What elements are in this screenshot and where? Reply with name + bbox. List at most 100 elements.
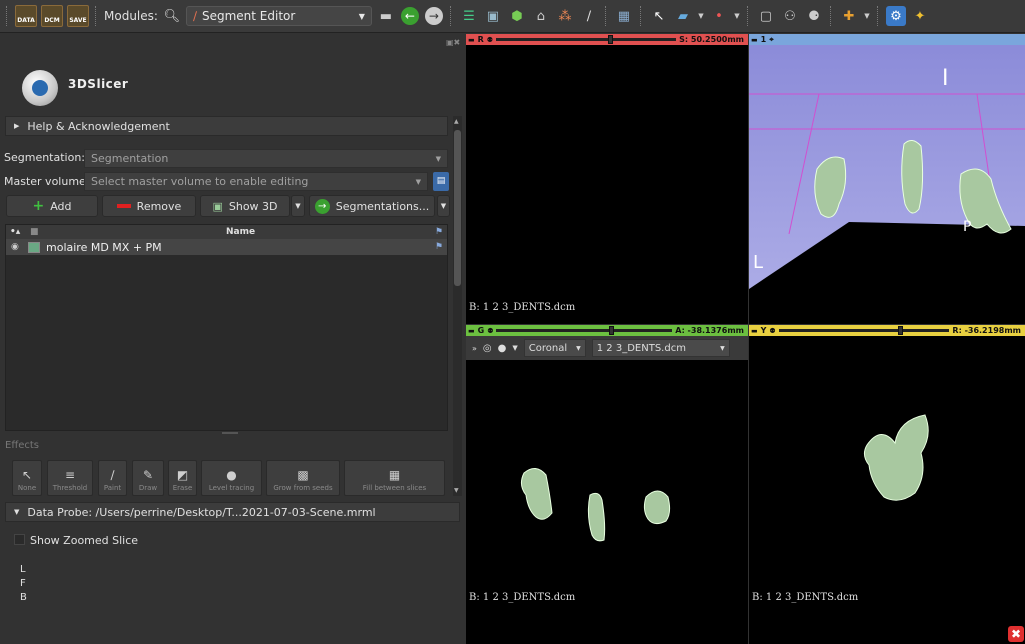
chevron-down-icon[interactable]: ▼ <box>697 6 705 26</box>
center-view-icon[interactable]: ⌖ <box>769 35 774 45</box>
effect-grow-from-seeds-button[interactable]: ▩ Grow from seeds <box>266 460 340 496</box>
save-icon[interactable]: SAVE <box>67 5 89 27</box>
expand-icon[interactable]: » <box>472 344 477 353</box>
panel-undock-icon[interactable]: ▣✖ <box>446 38 460 47</box>
master-volume-options-icon[interactable]: ▤ <box>433 172 449 191</box>
visibility-eye-icon[interactable]: ◎ <box>483 343 492 354</box>
segment-status-icon[interactable]: ⚑ <box>435 242 443 252</box>
chevron-down-icon[interactable]: ▼ <box>733 6 741 26</box>
pin-icon[interactable]: ▬ <box>751 327 758 335</box>
effect-none-button[interactable]: ↖ None <box>12 460 42 496</box>
name-column-header: Name <box>226 227 256 237</box>
link-icon[interactable]: ⚉ <box>487 327 493 335</box>
eye-icon[interactable]: ◉ <box>11 242 19 252</box>
effect-erase-label: Erase <box>172 484 193 492</box>
red-slice-slider-handle[interactable] <box>607 35 613 44</box>
effect-level-tracing-button[interactable]: ● Level tracing <box>201 460 262 496</box>
transforms-module-icon[interactable]: ⌂ <box>531 6 551 26</box>
forward-arrow-icon[interactable]: → <box>424 6 444 26</box>
python-console-icon[interactable]: ✦ <box>910 6 930 26</box>
paint-brush-icon: ∕ <box>110 468 115 482</box>
segmentations-dropdown[interactable]: ▼ <box>437 195 450 217</box>
crosshair-icon[interactable]: ✚ <box>839 6 859 26</box>
show-3d-dropdown[interactable]: ▼ <box>291 195 305 217</box>
module-history-icon[interactable]: ▬ <box>376 6 396 26</box>
module-search-icon[interactable]: 🔍︎ <box>162 6 182 26</box>
error-log-icon[interactable]: ✖ <box>1008 626 1024 642</box>
pencil-icon: ✎ <box>142 468 154 482</box>
red-view-letter: R <box>477 35 484 44</box>
effect-fill-between-slices-button[interactable]: ▦ Fill between slices <box>344 460 445 496</box>
segment-color-swatch[interactable] <box>28 241 40 253</box>
show-zoomed-checkbox[interactable] <box>14 534 25 545</box>
effect-threshold-button[interactable]: ≡ Threshold <box>47 460 93 496</box>
extension-manager-icon[interactable]: ⚙ <box>885 6 906 26</box>
volumes-module-icon[interactable]: ▣ <box>483 6 503 26</box>
load-data-icon[interactable]: DATA <box>15 5 37 27</box>
chevron-down-icon[interactable]: ▼ <box>863 6 871 26</box>
master-volume-selector[interactable]: Select master volume to enable editing ▼ <box>84 172 428 191</box>
chevron-down-icon[interactable]: ▼ <box>512 344 517 352</box>
segmentation-selector[interactable]: Segmentation ▼ <box>84 149 448 168</box>
pointer-icon[interactable]: ↖ <box>649 6 669 26</box>
eraser-icon: ◩ <box>176 468 189 482</box>
threed-view[interactable] <box>749 34 1025 324</box>
green-slice-slider-handle[interactable] <box>608 326 614 335</box>
scroll-up-icon[interactable]: ▲ <box>454 118 459 125</box>
orientation-selector[interactable]: Coronal ▼ <box>523 339 586 357</box>
box-edge <box>788 93 820 235</box>
markups-module-icon[interactable]: ⁂ <box>555 6 575 26</box>
segmentation-label: Segmentation: <box>4 151 86 164</box>
red-slice-view[interactable] <box>466 34 748 324</box>
place-fiducial-icon[interactable]: ▰ <box>673 6 693 26</box>
table-row[interactable]: ◉ molaire MD MX + PM ⚑ <box>6 239 447 255</box>
yellow-slice-slider-handle[interactable] <box>898 326 904 335</box>
minus-icon <box>116 204 131 208</box>
link-icon[interactable]: ⚉ <box>487 36 493 44</box>
orientation-value: Coronal <box>528 342 568 354</box>
crosshair-link-icon[interactable]: ⚇ <box>780 6 800 26</box>
save-label: SAVE <box>69 17 87 24</box>
layout-grid-icon[interactable]: ▦ <box>614 6 634 26</box>
volume-selector[interactable]: 1 2 3_DENTS.dcm ▼ <box>591 339 730 357</box>
effect-threshold-label: Threshold <box>52 484 88 492</box>
effect-fill-between-slices-label: Fill between slices <box>362 484 427 492</box>
yellow-view-letter: Y <box>760 326 767 335</box>
data-probe-header[interactable]: ▼ Data Probe: /Users/perrine/Desktop/T..… <box>5 502 460 522</box>
pin-icon[interactable]: ● <box>498 343 507 354</box>
screenshot-icon[interactable]: ▢ <box>756 6 776 26</box>
show-3d-button[interactable]: ▣ Show 3D <box>200 195 290 217</box>
status-column-icon: ⚑ <box>434 227 443 237</box>
pin-icon[interactable]: ▬ <box>468 36 475 44</box>
splitter-handle[interactable] <box>222 432 238 434</box>
effect-paint-button[interactable]: ∕ Paint <box>98 460 127 496</box>
logo-inner <box>32 80 48 96</box>
green-slice-slider[interactable] <box>496 326 673 335</box>
load-dicom-icon[interactable]: DCM <box>41 5 63 27</box>
toolbar-separator <box>876 6 880 26</box>
scroll-down-icon[interactable]: ▼ <box>454 487 459 494</box>
view-reset-icon[interactable]: ⚈ <box>804 6 824 26</box>
panel-scrollbar-thumb[interactable] <box>454 130 461 286</box>
add-segment-button[interactable]: + Add <box>6 195 98 217</box>
segment-name[interactable]: molaire MD MX + PM <box>46 241 162 254</box>
back-arrow-icon[interactable]: ← <box>400 6 420 26</box>
segmentations-button[interactable]: → Segmentations... <box>309 195 435 217</box>
threed-view-letter: 1 <box>760 35 767 44</box>
toolbar-separator <box>829 6 833 26</box>
yellow-slice-slider[interactable] <box>778 326 950 335</box>
red-slice-slider[interactable] <box>496 35 677 44</box>
effect-erase-button[interactable]: ◩ Erase <box>168 460 197 496</box>
effect-draw-button[interactable]: ✎ Draw <box>132 460 164 496</box>
link-icon[interactable]: ⚉ <box>769 327 775 335</box>
plus-icon: + <box>32 198 45 214</box>
help-section-header[interactable]: ▶ Help & Acknowledgement <box>5 116 448 136</box>
remove-segment-button[interactable]: Remove <box>102 195 196 217</box>
data-module-icon[interactable]: ☰ <box>459 6 479 26</box>
markup-point-icon[interactable]: • <box>709 6 729 26</box>
pin-icon[interactable]: ▬ <box>751 36 758 44</box>
models-module-icon[interactable]: ⬢ <box>507 6 527 26</box>
segment-editor-module-icon[interactable]: ∕ <box>579 6 599 26</box>
pin-icon[interactable]: ▬ <box>468 327 475 335</box>
module-selector[interactable]: ∕ Segment Editor ▼ <box>185 6 372 26</box>
